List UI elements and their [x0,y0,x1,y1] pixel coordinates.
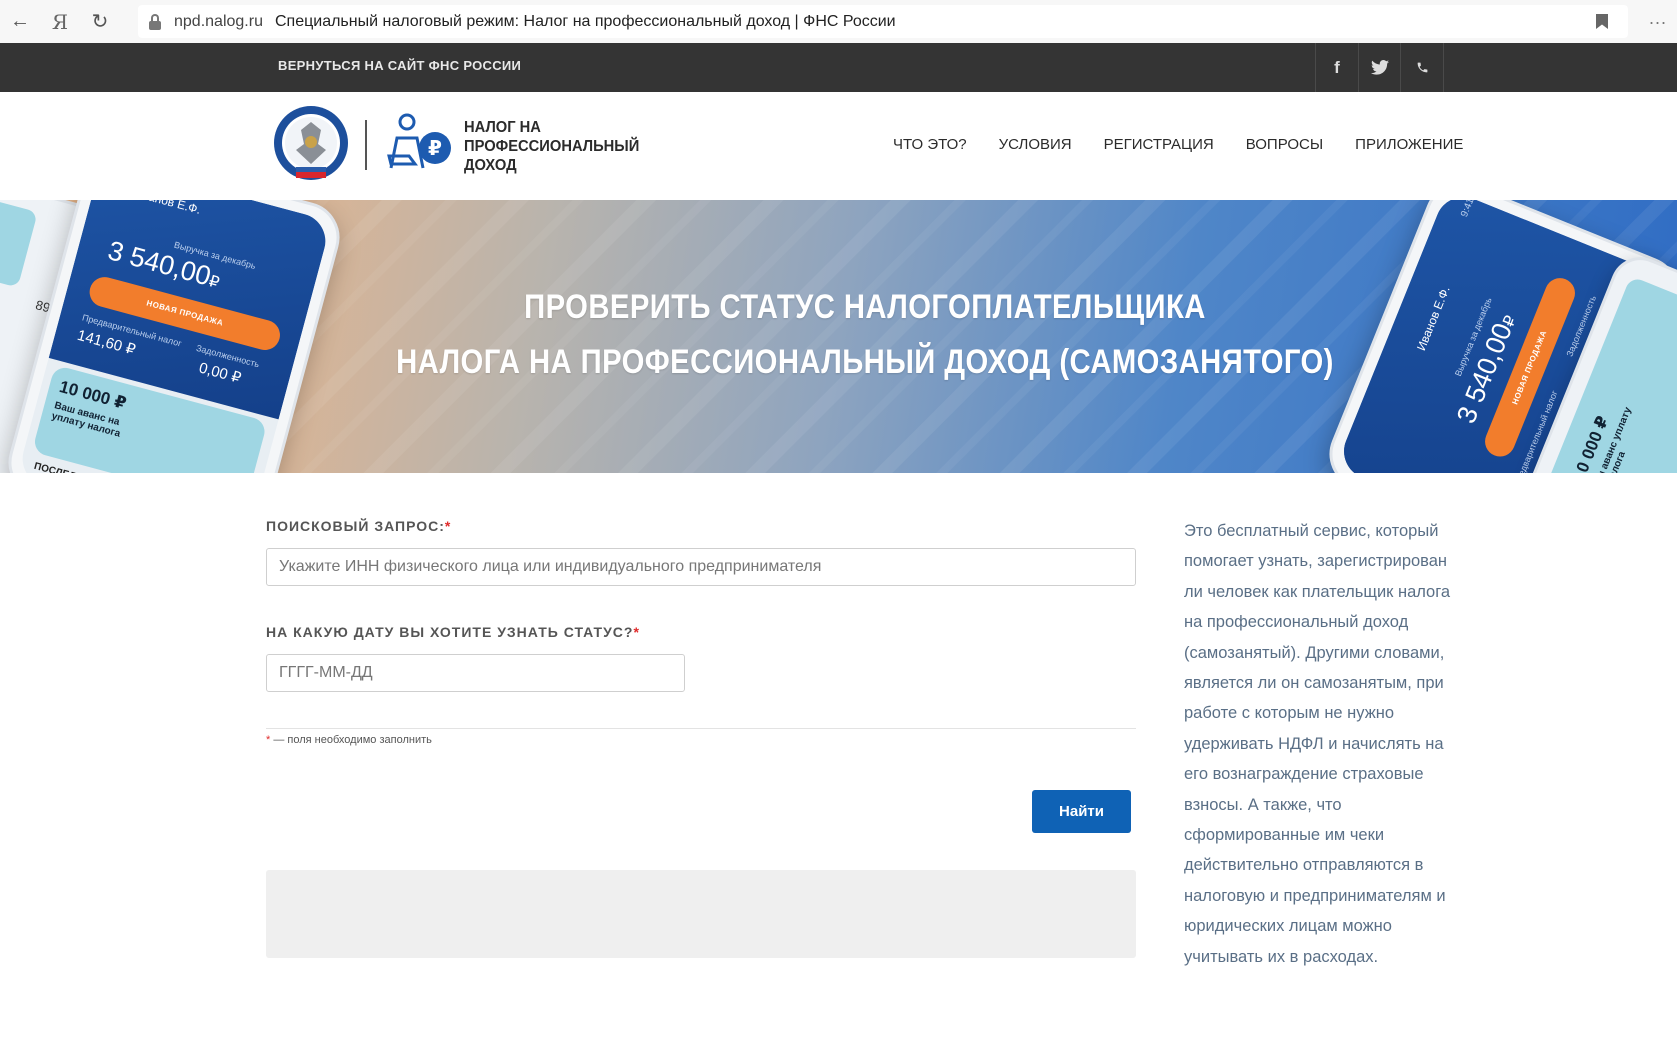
nav-item-what-is-it[interactable]: ЧТО ЭТО? [893,136,967,153]
service-description: Это бесплатный сервис, который помогает … [1184,522,1451,966]
lock-icon [148,13,162,30]
address-bar[interactable]: npd.nalog.ru Специальный налоговый режим… [138,5,1628,38]
fns-emblem-logo[interactable] [272,104,350,184]
hero-banner: 890,00 ₽ 11 Иванов Е.Ф. Выручка за декаб… [0,200,1677,473]
brand-title: НАЛОГ НА ПРОФЕССИОНАЛЬНЫЙ ДОХОД [464,118,639,175]
search-query-label: ПОИСКОВЫЙ ЗАПРОС:* [266,518,452,534]
phone-icon[interactable] [1400,43,1444,92]
facebook-icon[interactable]: f [1315,43,1358,92]
brand-line: ПРОФЕССИОНАЛЬНЫЙ [464,138,640,155]
site-header: ₽ НАЛОГ НА ПРОФЕССИОНАЛЬНЫЙ ДОХОД ЧТО ЭТ… [0,92,1677,200]
reload-icon[interactable]: ↻ [80,0,120,43]
inn-search-input[interactable] [266,548,1136,586]
date-input[interactable] [266,654,685,692]
svg-text:₽: ₽ [428,136,442,160]
required-asterisk: * [444,518,452,534]
phone-user-name: Иванов Е.Ф. [1414,284,1453,353]
required-fields-note: * — поля необходимо заполнить [266,734,432,746]
phone-time: 9:41 [1459,200,1477,219]
yandex-icon[interactable]: Я [40,0,80,43]
nav-item-conditions[interactable]: УСЛОВИЯ [999,136,1072,153]
more-menu-icon[interactable]: ... [1649,8,1667,29]
nav-item-registration[interactable]: РЕГИСТРАЦИЯ [1104,136,1214,153]
brand-line: НАЛОГ НА [464,119,541,136]
date-label: НА КАКУЮ ДАТУ ВЫ ХОТИТЕ УЗНАТЬ СТАТУС?* [266,624,640,640]
required-asterisk: * [633,624,640,640]
brand-line: ДОХОД [464,157,517,174]
nav-item-questions[interactable]: ВОПРОСЫ [1246,136,1323,153]
twitter-icon[interactable] [1358,43,1401,92]
browser-toolbar: ← Я ↻ npd.nalog.ru Специальный налоговый… [0,0,1677,44]
find-button[interactable]: Найти [1032,790,1131,833]
bookmark-icon[interactable] [1596,14,1608,29]
nav-item-app[interactable]: ПРИЛОЖЕНИЕ [1355,136,1463,153]
result-panel [266,870,1136,958]
address-domain: npd.nalog.ru [174,12,263,30]
logo-divider [365,120,367,170]
phone-user-name: Иванов Е.Ф. [132,200,203,217]
address-page-title: Специальный налоговый режим: Налог на пр… [274,12,896,30]
form-divider [266,728,1136,729]
back-to-fns-link[interactable]: ВЕРНУТЬСЯ НА САЙТ ФНС РОССИИ [278,58,521,73]
npd-logo[interactable]: ₽ [383,110,455,180]
site-topbar: ВЕРНУТЬСЯ НА САЙТ ФНС РОССИИ f [0,43,1677,92]
back-arrow-icon[interactable]: ← [0,0,40,43]
main-navigation: ЧТО ЭТО? УСЛОВИЯ РЕГИСТРАЦИЯ ВОПРОСЫ ПРИ… [893,136,1463,153]
